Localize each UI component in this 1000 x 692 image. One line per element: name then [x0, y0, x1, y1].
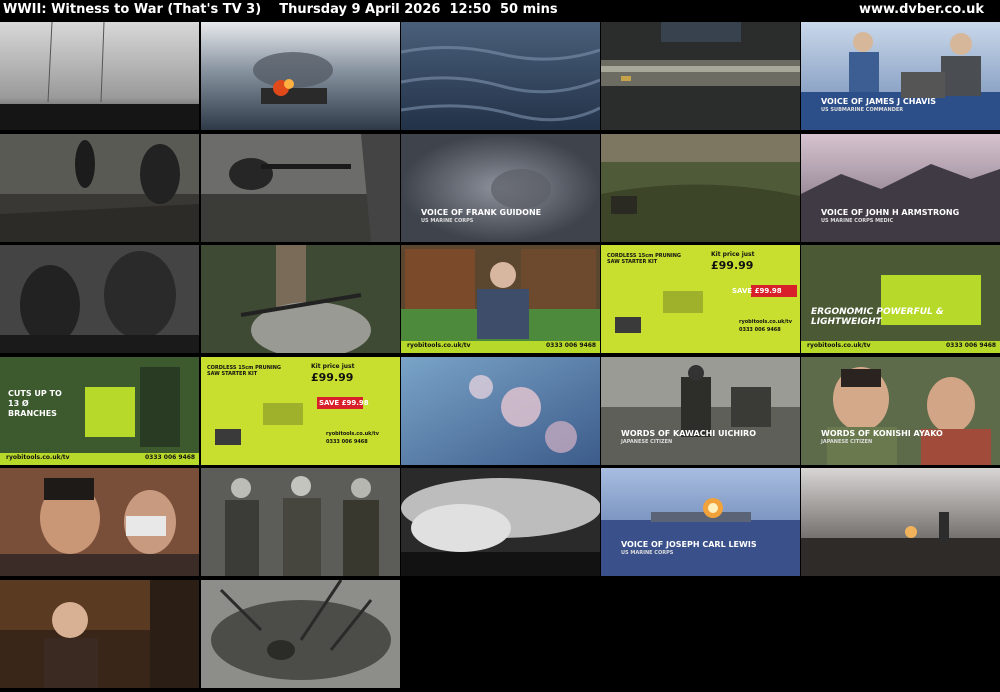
price: £99.99 [311, 371, 354, 384]
narrator-caption: VOICE OF JOSEPH CARL LEWIS US MARINE CORP… [621, 540, 757, 556]
thumbnail-19[interactable]: WORDS OF KAWACHI UICHIRO JAPANESE CITIZEN [601, 357, 800, 465]
thumbnail-1[interactable] [0, 22, 199, 130]
narrator-caption: VOICE OF FRANK GUIDONE US MARINE CORPS [421, 208, 542, 224]
ad-url: ryobitools.co.uk/tv [6, 454, 70, 461]
thumbnail-6[interactable] [0, 134, 199, 242]
thumbnail-2[interactable] [201, 22, 400, 130]
thumbnail-17[interactable]: CORDLESS 15cm PRUNING SAW STARTER KIT Ki… [201, 357, 400, 465]
price-label: Kit price just [711, 251, 755, 258]
thumbnail-18[interactable] [401, 357, 600, 465]
thumbnail-21[interactable] [0, 468, 199, 576]
ad-headline: CORDLESS 15cm PRUNING SAW STARTER KIT [207, 365, 282, 377]
programme-title: WWII: Witness to War (That's TV 3) [3, 2, 262, 17]
thumbnail-5[interactable]: VOICE OF JAMES J CHAVIS US SUBMARINE COMM… [801, 22, 1000, 130]
price-label: Kit price just [311, 363, 355, 370]
programme-duration: 50 mins [499, 2, 558, 17]
thumbnail-26[interactable] [0, 580, 199, 688]
thumbnail-27[interactable] [201, 580, 400, 688]
save-badge: SAVE £99.98 [319, 399, 369, 407]
thumbnail-7[interactable] [201, 134, 400, 242]
ad-phone: 0333 006 9468 [739, 327, 781, 333]
narrator-caption: WORDS OF KAWACHI UICHIRO JAPANESE CITIZEN [621, 429, 757, 445]
ad-url: ryobitools.co.uk/tv [807, 342, 871, 349]
narrator-caption: VOICE OF JOHN H ARMSTRONG US MARINE CORPS… [821, 208, 960, 224]
thumbnail-4[interactable] [601, 22, 800, 130]
narrator-caption: WORDS OF KONISHI AYAKO JAPANESE CITIZEN [821, 429, 943, 445]
thumbnail-10[interactable]: VOICE OF JOHN H ARMSTRONG US MARINE CORPS… [801, 134, 1000, 242]
thumbnail-3[interactable] [401, 22, 600, 130]
ad-url: ryobitools.co.uk/tv [407, 342, 471, 349]
save-badge: SAVE £99.98 [732, 287, 782, 295]
broadcast-date: Thursday 9 April 2026 [279, 2, 441, 17]
ad-phone: 0333 006 9468 [546, 342, 597, 349]
ad-url: ryobitools.co.uk/tv [739, 319, 792, 325]
thumbnail-13[interactable]: ryobitools.co.uk/tv 0333 006 9468 [401, 245, 600, 353]
thumbnail-24[interactable]: VOICE OF JOSEPH CARL LEWIS US MARINE CORP… [601, 468, 800, 576]
thumbnail-15[interactable]: ERGONOMIC POWERFUL & LIGHTWEIGHT ryobito… [801, 245, 1000, 353]
thumbnail-11[interactable] [0, 245, 199, 353]
thumbnail-8[interactable]: VOICE OF FRANK GUIDONE US MARINE CORPS [401, 134, 600, 242]
thumbnail-16[interactable]: CUTS UP TO 13 Ø BRANCHES ryobitools.co.u… [0, 357, 199, 465]
price: £99.99 [711, 259, 754, 272]
ad-phone: 0333 006 9468 [946, 342, 997, 349]
broadcast-time: 12:50 [449, 2, 491, 17]
thumbnail-23[interactable] [401, 468, 600, 576]
ad-url: ryobitools.co.uk/tv [326, 431, 379, 437]
ad-phone: 0333 006 9468 [326, 439, 368, 445]
thumbnail-20[interactable]: WORDS OF KONISHI AYAKO JAPANESE CITIZEN [801, 357, 1000, 465]
thumbnail-12[interactable] [201, 245, 400, 353]
site-link[interactable]: www.dvber.co.uk [859, 0, 984, 20]
thumbnail-9[interactable] [601, 134, 800, 242]
ad-slogan: ERGONOMIC POWERFUL & LIGHTWEIGHT [811, 307, 944, 327]
ad-headline: CORDLESS 15cm PRUNING SAW STARTER KIT [607, 253, 682, 265]
ad-slogan: CUTS UP TO 13 Ø BRANCHES [8, 389, 62, 418]
thumbnail-22[interactable] [201, 468, 400, 576]
narrator-caption: VOICE OF JAMES J CHAVIS US SUBMARINE COMM… [821, 97, 937, 113]
thumbnail-14[interactable]: CORDLESS 15cm PRUNING SAW STARTER KIT Ki… [601, 245, 800, 353]
header-bar: WWII: Witness to War (That's TV 3) Thurs… [0, 0, 1000, 20]
programme-info: WWII: Witness to War (That's TV 3) Thurs… [3, 0, 558, 20]
thumbnail-25[interactable] [801, 468, 1000, 576]
ad-phone: 0333 006 9468 [145, 454, 196, 461]
